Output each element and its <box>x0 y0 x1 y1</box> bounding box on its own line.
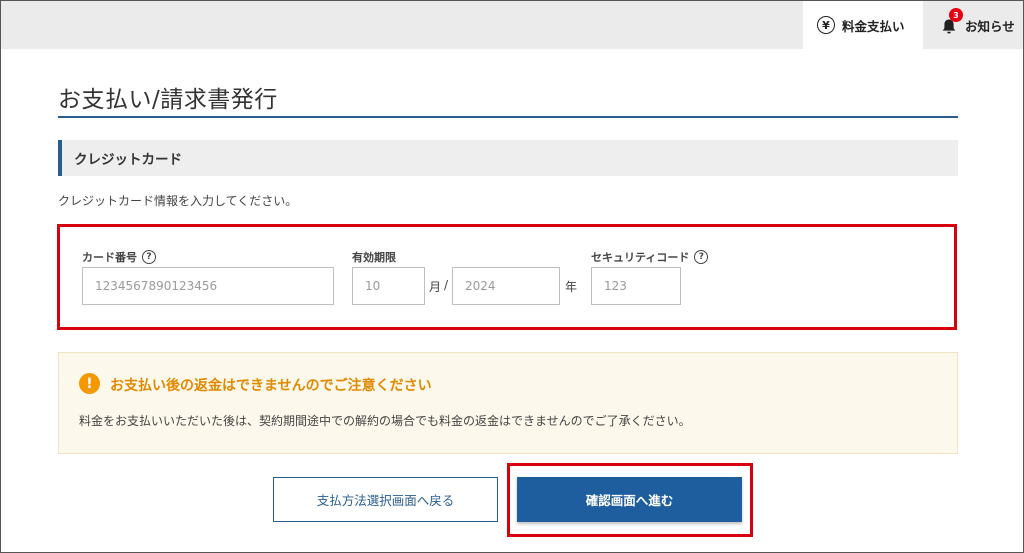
warning-icon: ! <box>79 373 100 394</box>
tab-payment-label: 料金支払い <box>842 18 905 34</box>
back-button[interactable]: 支払方法選択画面へ戻る <box>273 477 498 522</box>
section-header: クレジットカード <box>58 140 958 176</box>
tab-news[interactable]: 3 お知らせ <box>931 1 1023 49</box>
expiry-separator: / <box>444 278 449 292</box>
notice-body: 料金をお支払いいただいた後は、契約期間途中での解約の場合でも料金の返金はできませ… <box>79 414 691 428</box>
tab-payment[interactable]: ¥ 料金支払い <box>803 1 923 49</box>
notification-badge: 3 <box>949 8 963 22</box>
expiry-year-input[interactable] <box>452 267 560 305</box>
year-unit: 年 <box>565 280 578 294</box>
section-title: クレジットカード <box>74 152 182 168</box>
page-title: お支払い/請求書発行 <box>58 87 278 113</box>
expiry-label: 有効期限 <box>352 249 396 265</box>
tab-news-label: お知らせ <box>965 18 1015 34</box>
expiry-label-text: 有効期限 <box>352 251 396 264</box>
title-divider <box>58 116 958 118</box>
month-unit: 月 <box>429 280 442 294</box>
section-description: クレジットカード情報を入力してください。 <box>58 194 298 208</box>
yen-icon: ¥ <box>817 16 835 34</box>
security-code-label-text: セキュリティコード <box>591 251 690 264</box>
help-icon[interactable]: ? <box>142 250 156 264</box>
card-number-label: カード番号 ? <box>82 249 156 265</box>
help-icon[interactable]: ? <box>694 250 709 264</box>
top-bar: ¥ 料金支払い 3 お知らせ <box>1 1 1023 49</box>
expiry-month-input[interactable] <box>352 267 425 305</box>
next-button[interactable]: 確認画面へ進む <box>517 477 742 522</box>
security-code-label: セキュリティコード ? <box>591 249 709 265</box>
card-number-input[interactable] <box>82 267 334 305</box>
refund-notice: ! お支払い後の返金はできませんのでご注意ください 料金をお支払いいただいた後は… <box>58 352 958 454</box>
card-number-label-text: カード番号 <box>82 251 137 264</box>
card-input-area: カード番号 ? 有効期限 月 / 年 セキュリティコード ? <box>57 224 957 330</box>
security-code-input[interactable] <box>591 267 681 305</box>
bell-icon: 3 <box>939 8 963 35</box>
notice-title: お支払い後の返金はできませんのでご注意ください <box>110 378 432 394</box>
